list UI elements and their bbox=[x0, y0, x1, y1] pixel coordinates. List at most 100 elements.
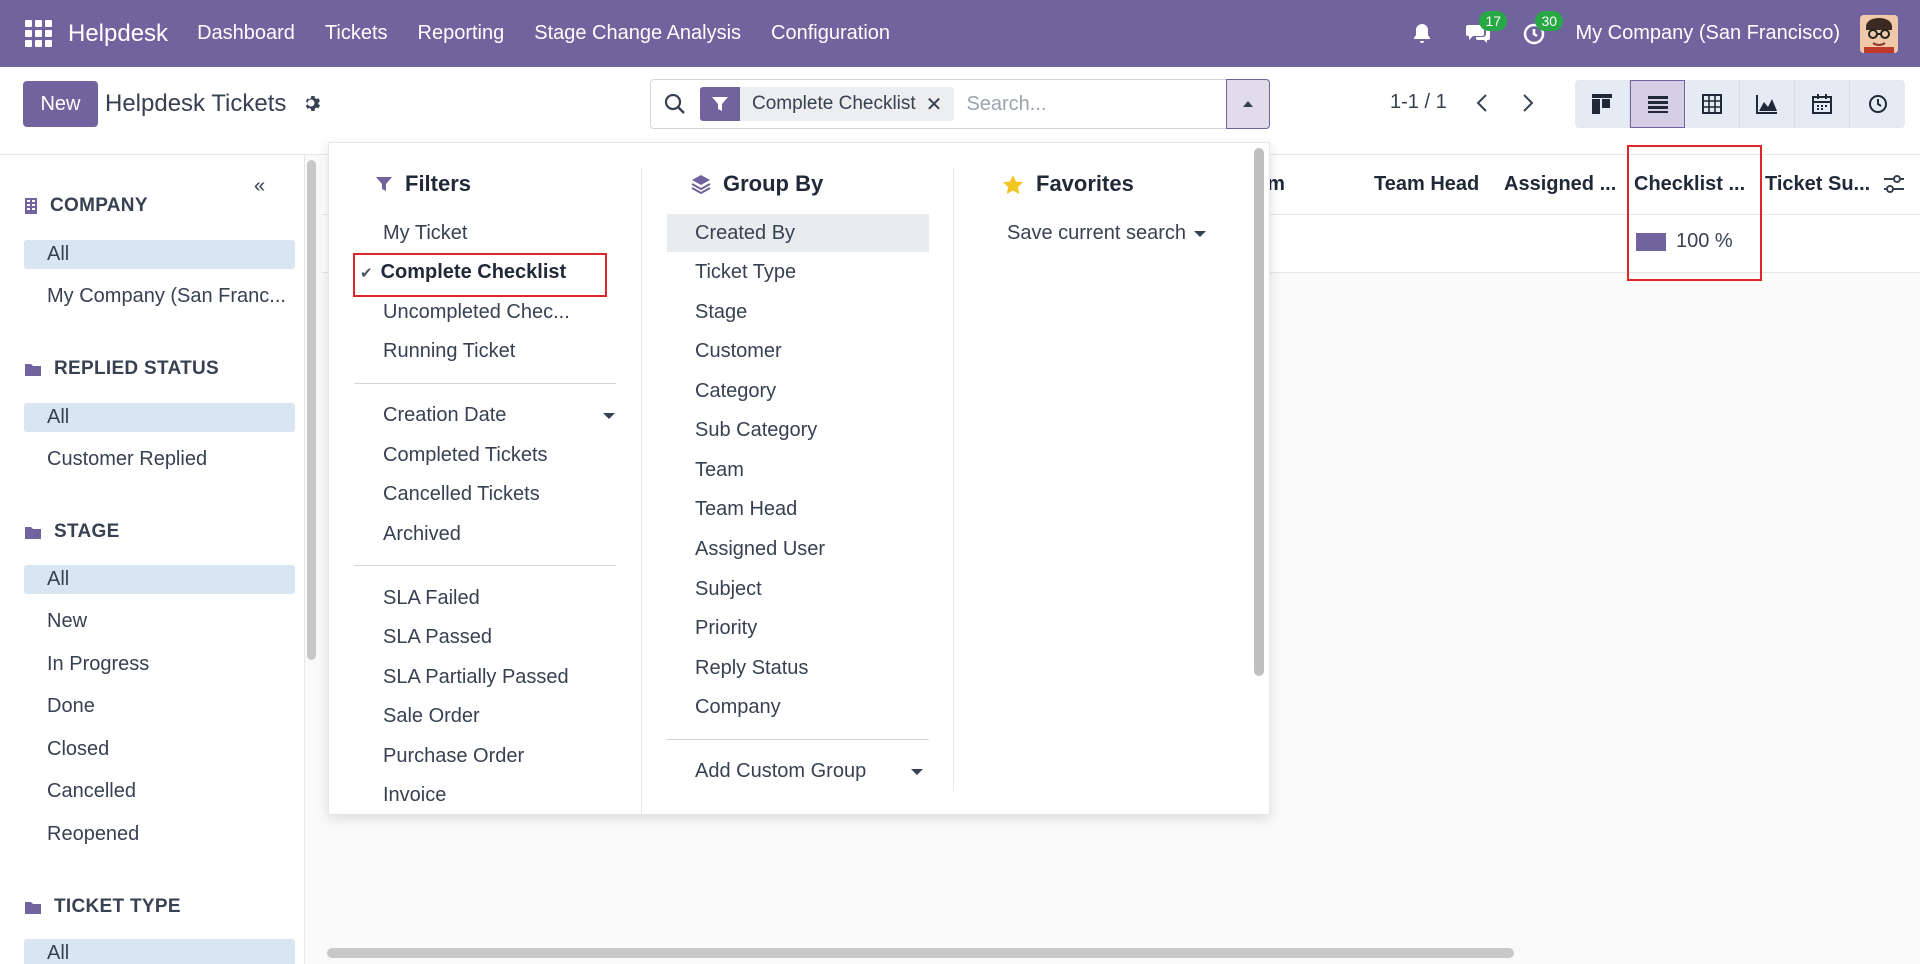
group-by-team-head[interactable]: Team Head bbox=[695, 498, 797, 521]
highlight-complete-checklist bbox=[353, 253, 607, 297]
horizontal-scrollbar[interactable] bbox=[327, 948, 1514, 958]
pager-prev-icon[interactable] bbox=[1470, 89, 1494, 117]
top-navbar: Helpdesk Dashboard Tickets Reporting Sta… bbox=[0, 0, 1920, 67]
group-by-ticket-type[interactable]: Ticket Type bbox=[695, 261, 796, 284]
menu-dashboard[interactable]: Dashboard bbox=[182, 22, 310, 45]
menu-stage-change-analysis[interactable]: Stage Change Analysis bbox=[519, 22, 756, 45]
gear-icon[interactable] bbox=[303, 94, 323, 114]
search-facet: Complete Checklist ✕ bbox=[700, 87, 955, 121]
group-by-team[interactable]: Team bbox=[695, 459, 744, 482]
messages-badge: 17 bbox=[1479, 10, 1508, 31]
column-header-assigned[interactable]: Assigned ... bbox=[1504, 173, 1616, 196]
sidebar-item-stage-cancelled[interactable]: Cancelled bbox=[24, 777, 295, 806]
search-options-toggle[interactable] bbox=[1226, 79, 1270, 129]
star-icon bbox=[1003, 174, 1023, 194]
filter-cancelled-tickets[interactable]: Cancelled Tickets bbox=[383, 483, 540, 506]
bell-icon[interactable] bbox=[1407, 19, 1437, 49]
filter-sla-failed[interactable]: SLA Failed bbox=[383, 587, 480, 610]
group-by-assigned-user[interactable]: Assigned User bbox=[695, 538, 825, 561]
chat-icon[interactable]: 17 bbox=[1463, 10, 1508, 49]
filter-purchase-order[interactable]: Purchase Order bbox=[383, 745, 524, 768]
group-by-sub-category[interactable]: Sub Category bbox=[695, 419, 817, 442]
list-view-icon[interactable] bbox=[1630, 80, 1685, 128]
add-custom-group-select[interactable]: Add Custom Group bbox=[695, 760, 923, 783]
company-switcher[interactable]: My Company (San Francisco) bbox=[1575, 22, 1840, 45]
kanban-view-icon[interactable] bbox=[1575, 80, 1630, 128]
filter-uncompleted-checklist[interactable]: Uncompleted Chec... bbox=[383, 301, 570, 324]
group-by-created-by[interactable]: Created By bbox=[695, 222, 795, 245]
filter-sla-passed[interactable]: SLA Passed bbox=[383, 626, 492, 649]
filter-sale-order[interactable]: Sale Order bbox=[383, 705, 480, 728]
view-switcher bbox=[1575, 80, 1905, 128]
menu-reporting[interactable]: Reporting bbox=[403, 22, 520, 45]
filter-my-ticket[interactable]: My Ticket bbox=[383, 222, 467, 245]
menu-configuration[interactable]: Configuration bbox=[756, 22, 905, 45]
sidebar-item-stage-done[interactable]: Done bbox=[24, 692, 295, 721]
caret-up-icon bbox=[1243, 101, 1253, 107]
app-brand[interactable]: Helpdesk bbox=[68, 20, 168, 48]
column-divider bbox=[953, 167, 954, 791]
group-by-subject[interactable]: Subject bbox=[695, 578, 762, 601]
group-by-priority[interactable]: Priority bbox=[695, 617, 757, 640]
section-ticket-type: TICKET TYPE bbox=[24, 896, 181, 918]
group-by-company[interactable]: Company bbox=[695, 696, 781, 719]
facet-remove-icon[interactable]: ✕ bbox=[926, 92, 955, 117]
filter-creation-date-label: Creation Date bbox=[383, 404, 507, 426]
group-by-reply-status[interactable]: Reply Status bbox=[695, 657, 808, 680]
sidebar-item-stage-closed[interactable]: Closed bbox=[24, 735, 295, 764]
section-replied-status: REPLIED STATUS bbox=[24, 358, 219, 380]
clock-icon[interactable]: 30 bbox=[1519, 10, 1564, 49]
filters-title: Filters bbox=[405, 171, 472, 196]
menu-tickets[interactable]: Tickets bbox=[310, 22, 403, 45]
search-panel-sidebar: « COMPANY All My Company (San Franc... R… bbox=[0, 155, 305, 964]
apps-grid-icon[interactable] bbox=[24, 20, 52, 48]
favorites-header: Favorites bbox=[1002, 171, 1134, 197]
layers-icon bbox=[691, 175, 711, 194]
group-by-category[interactable]: Category bbox=[695, 380, 776, 403]
new-button[interactable]: New bbox=[23, 81, 98, 127]
optional-columns-icon[interactable] bbox=[1882, 173, 1906, 200]
avatar[interactable] bbox=[1860, 14, 1898, 53]
sidebar-item-company-all[interactable]: All bbox=[24, 240, 295, 269]
pivot-view-icon[interactable] bbox=[1685, 80, 1740, 128]
collapse-sidebar-icon[interactable]: « bbox=[254, 175, 265, 198]
sidebar-item-stage-all[interactable]: All bbox=[24, 565, 295, 594]
section-title: STAGE bbox=[54, 521, 120, 542]
filters-header: Filters bbox=[375, 171, 471, 197]
sidebar-item-ticket-type-all[interactable]: All bbox=[24, 939, 295, 964]
calendar-view-icon[interactable] bbox=[1795, 80, 1850, 128]
sidebar-item-company-my-company[interactable]: My Company (San Franc... bbox=[24, 282, 295, 311]
pager-next-icon[interactable] bbox=[1516, 89, 1540, 117]
sidebar-item-stage-reopened[interactable]: Reopened bbox=[24, 820, 295, 849]
activity-view-icon[interactable] bbox=[1850, 80, 1905, 128]
group-by-title: Group By bbox=[723, 171, 824, 196]
column-header-team-head[interactable]: Team Head bbox=[1374, 173, 1479, 196]
dropdown-scrollbar[interactable] bbox=[1254, 148, 1264, 676]
graph-view-icon[interactable] bbox=[1740, 80, 1795, 128]
caret-down-icon bbox=[603, 412, 615, 419]
pager-value[interactable]: 1-1 / 1 bbox=[1390, 91, 1447, 114]
sidebar-item-stage-in-progress[interactable]: In Progress bbox=[24, 650, 295, 679]
filter-invoice[interactable]: Invoice bbox=[383, 784, 446, 807]
search-input[interactable] bbox=[966, 92, 1197, 116]
filter-completed-tickets[interactable]: Completed Tickets bbox=[383, 444, 548, 467]
search-icon[interactable] bbox=[664, 93, 686, 115]
group-by-customer[interactable]: Customer bbox=[695, 340, 782, 363]
filter-creation-date[interactable]: Creation Date bbox=[383, 404, 615, 427]
filter-running-ticket[interactable]: Running Ticket bbox=[383, 340, 515, 363]
sidebar-item-customer-replied[interactable]: Customer Replied bbox=[24, 445, 295, 474]
facet-label: Complete Checklist bbox=[752, 93, 916, 114]
filter-icon bbox=[376, 177, 392, 191]
sidebar-item-stage-new[interactable]: New bbox=[24, 607, 295, 636]
filter-sla-partially-passed[interactable]: SLA Partially Passed bbox=[383, 666, 569, 689]
group-by-stage[interactable]: Stage bbox=[695, 301, 747, 324]
divider bbox=[667, 739, 929, 740]
add-custom-group-label: Add Custom Group bbox=[695, 760, 867, 782]
filter-archived[interactable]: Archived bbox=[383, 523, 461, 546]
column-header-ticket-subject[interactable]: Ticket Su... bbox=[1765, 173, 1870, 196]
activities-badge: 30 bbox=[1535, 10, 1564, 31]
sidebar-scrollbar[interactable] bbox=[307, 160, 316, 660]
section-stage: STAGE bbox=[24, 521, 120, 543]
sidebar-item-replied-all[interactable]: All bbox=[24, 403, 295, 432]
save-current-search[interactable]: Save current search bbox=[1007, 222, 1206, 245]
